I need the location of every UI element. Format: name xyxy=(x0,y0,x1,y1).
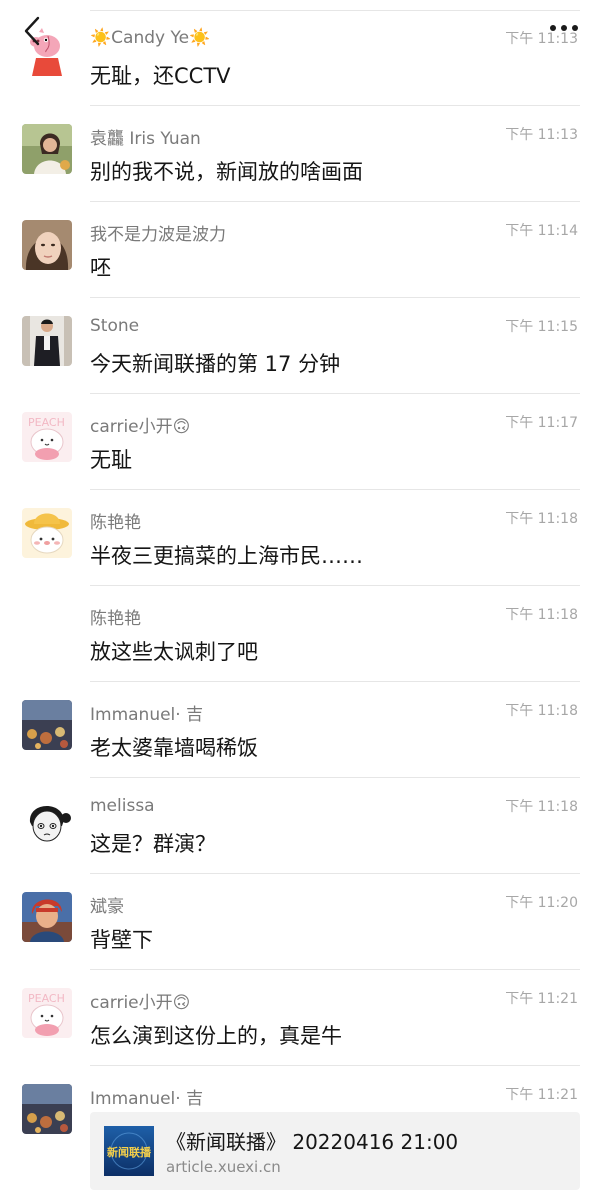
message-item[interactable]: 斌豪 下午 11:20 背壁下 xyxy=(0,874,602,970)
sender-name[interactable]: 斌豪 xyxy=(90,892,124,917)
message-item[interactable]: ☀️Candy Ye☀️ 下午 11:13 无耻，还CCTV xyxy=(0,10,602,106)
timestamp: 下午 11:18 xyxy=(505,703,578,719)
timestamp: 下午 11:21 xyxy=(505,991,578,1007)
sender-name[interactable]: 陈艳艳 xyxy=(90,604,141,629)
chevron-left-icon xyxy=(24,16,40,46)
message-item[interactable]: 袁龘 Iris Yuan 下午 11:13 别的我不说，新闻放的啥画面 xyxy=(0,106,602,202)
timestamp: 下午 11:17 xyxy=(505,415,578,431)
message-text: 怎么演到这份上的，真是牛 xyxy=(90,1024,342,1048)
svg-text:PEACH: PEACH xyxy=(28,992,65,1005)
sender-name[interactable]: carrie小开🙃 xyxy=(90,412,190,437)
timestamp: 下午 11:18 xyxy=(505,607,578,623)
message-item[interactable]: 我不是力波是波力 下午 11:14 呸 xyxy=(0,202,602,298)
city-lights-avatar[interactable] xyxy=(22,1084,72,1134)
message-text: 放这些太讽刺了吧 xyxy=(90,640,258,664)
timestamp: 下午 11:18 xyxy=(505,511,578,527)
city-lights-avatar[interactable] xyxy=(22,700,72,750)
message-item[interactable]: Immanuel· 吉 下午 11:18 老太婆靠墙喝稀饭 xyxy=(0,682,602,778)
message-text: 今天新闻联播的第 17 分钟 xyxy=(90,352,341,376)
timestamp: 下午 11:20 xyxy=(505,895,578,911)
ellipsis-icon xyxy=(550,25,578,31)
message-text: 别的我不说，新闻放的啥画面 xyxy=(90,160,363,184)
message-text: 无耻，还CCTV xyxy=(90,64,231,88)
message-list: ☀️Candy Ye☀️ 下午 11:13 无耻，还CCTV 袁龘 Iris Y… xyxy=(0,10,602,1162)
message-item[interactable]: PEACH carrie小开🙃 下午 11:17 无耻 xyxy=(0,394,602,490)
message-text: 老太婆靠墙喝稀饭 xyxy=(90,736,258,760)
svg-text:PEACH: PEACH xyxy=(28,416,65,429)
timestamp: 下午 11:21 xyxy=(505,1087,578,1103)
timestamp: 下午 11:13 xyxy=(505,127,578,143)
link-url: article.xuexi.cn xyxy=(166,1158,281,1176)
timestamp: 下午 11:14 xyxy=(505,223,578,239)
sender-name[interactable]: 陈艳艳 xyxy=(90,508,141,533)
man-photo-avatar[interactable] xyxy=(22,316,72,366)
message-item[interactable]: Stone 下午 11:15 今天新闻联播的第 17 分钟 xyxy=(0,298,602,394)
cartoon-hat-avatar[interactable] xyxy=(22,508,72,558)
sender-name[interactable]: Immanuel· 吉 xyxy=(90,1084,203,1109)
selfie-photo-avatar[interactable] xyxy=(22,220,72,270)
timestamp: 下午 11:18 xyxy=(505,799,578,815)
thumbnail-label: 新闻联播 xyxy=(107,1145,152,1159)
message-item[interactable]: 陈艳艳 下午 11:18 半夜三更搞菜的上海市民…… xyxy=(0,490,602,586)
message-item[interactable]: melissa 下午 11:18 这是？群演？ xyxy=(0,778,602,874)
sender-name[interactable]: Stone xyxy=(90,316,139,336)
sender-name[interactable]: 袁龘 Iris Yuan xyxy=(90,124,201,149)
sender-name[interactable]: ☀️Candy Ye☀️ xyxy=(90,28,210,48)
link-title: 《新闻联播》 20220416 21:00 xyxy=(166,1130,459,1154)
sender-name[interactable]: Immanuel· 吉 xyxy=(90,700,203,725)
back-button[interactable] xyxy=(18,14,48,48)
news-thumbnail: 新闻联播 xyxy=(104,1126,154,1176)
message-text: 无耻 xyxy=(90,448,132,472)
more-button[interactable] xyxy=(544,18,584,38)
sender-name[interactable]: 我不是力波是波力 xyxy=(90,220,226,245)
link-card[interactable]: 新闻联播 《新闻联播》 20220416 21:00 article.xuexi… xyxy=(90,1112,580,1190)
sender-name[interactable]: carrie小开🙃 xyxy=(90,988,190,1013)
message-text: 半夜三更搞菜的上海市民…… xyxy=(90,544,363,568)
message-text: 背壁下 xyxy=(90,928,153,952)
anime-character-avatar[interactable] xyxy=(22,892,72,942)
woman-photo-avatar[interactable] xyxy=(22,124,72,174)
cartoon-girl-avatar[interactable] xyxy=(22,796,72,846)
message-item[interactable]: 陈艳艳 下午 11:18 放这些太讽刺了吧 xyxy=(0,586,602,682)
message-text: 这是？群演？ xyxy=(90,832,216,856)
sender-name[interactable]: melissa xyxy=(90,796,155,816)
message-text: 呸 xyxy=(90,256,111,280)
timestamp: 下午 11:15 xyxy=(505,319,578,335)
message-item[interactable]: PEACH carrie小开🙃 下午 11:21 怎么演到这份上的，真是牛 xyxy=(0,970,602,1066)
peach-cartoon-avatar[interactable]: PEACH xyxy=(22,988,72,1038)
peach-cartoon-avatar[interactable]: PEACH xyxy=(22,412,72,462)
